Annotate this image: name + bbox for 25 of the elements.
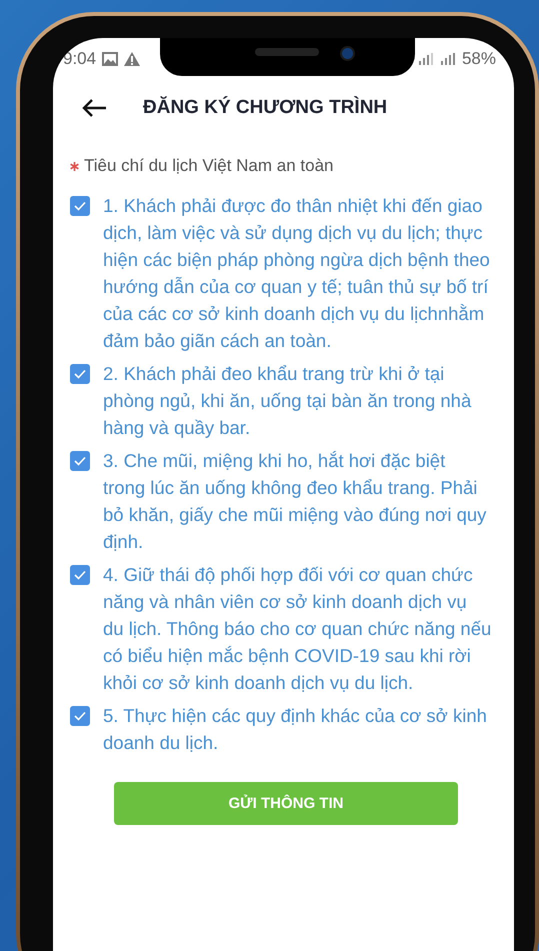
- signal-icon: [440, 53, 456, 65]
- warning-icon: [124, 52, 140, 66]
- checkmark-icon: [74, 711, 86, 721]
- checkbox[interactable]: [70, 451, 90, 471]
- checkmark-icon: [74, 456, 86, 466]
- checkmark-icon: [74, 201, 86, 211]
- checkbox-label: 4. Giữ thái độ phối hợp đối với cơ quan chức năng và nhân viên cơ sở kinh doanh dịch vụ du lịch. Thông báo cho cơ quan chức năng nếu có biểu hiện mắc bệnh COVID-19 sau khi rời khỏi cơ sở kinh doanh dịch vụ du lịch.: [103, 563, 492, 695]
- checkbox[interactable]: [70, 706, 90, 726]
- screen-title: ĐĂNG KÝ CHƯƠNG TRÌNH: [143, 97, 388, 119]
- checkbox-label: 1. Khách phải được đo thân nhiệt khi đến giao dịch, làm việc và sử dụng dịch vụ du lịch; thực hiện các biện pháp phòng ngừa dịch bệnh theo hướng dẫn của cơ quan y tế; tuân thủ sự bố trí của các cơ sở kinh doanh dịch vụ du lịchnhằm đảm bảo giãn cách an toàn.: [103, 194, 491, 353]
- checkmark-icon: [74, 369, 86, 379]
- checkbox-label: 3. Che mũi, miệng khi ho, hắt hơi đặc biệt trong lúc ăn uống không đeo khẩu trang. Phải bỏ khăn, giấy che mũi miệng vào đúng nơi quy định.: [103, 449, 488, 554]
- signal-icon: [418, 53, 434, 65]
- checkbox[interactable]: [70, 364, 90, 384]
- checkbox-label: 2. Khách phải đeo khẩu trang trừ khi ở tại phòng ngủ, khi ăn, uống tại bàn ăn trong nhà hàng và quầy bar.: [103, 362, 472, 440]
- image-icon: [102, 52, 118, 66]
- battery-percent: 58%: [462, 49, 496, 69]
- checkmark-icon: [74, 570, 86, 580]
- back-arrow-icon[interactable]: [81, 98, 107, 118]
- status-time: 9:04: [63, 49, 96, 69]
- field-label: Tiêu chí du lịch Việt Nam an toàn: [84, 156, 334, 176]
- checkbox-label: 5. Thực hiện các quy định khác của cơ sở kinh doanh du lịch.: [103, 704, 488, 755]
- checkbox[interactable]: [70, 196, 90, 216]
- submit-button[interactable]: GỬI THÔNG TIN: [114, 782, 458, 825]
- checkbox[interactable]: [70, 565, 90, 585]
